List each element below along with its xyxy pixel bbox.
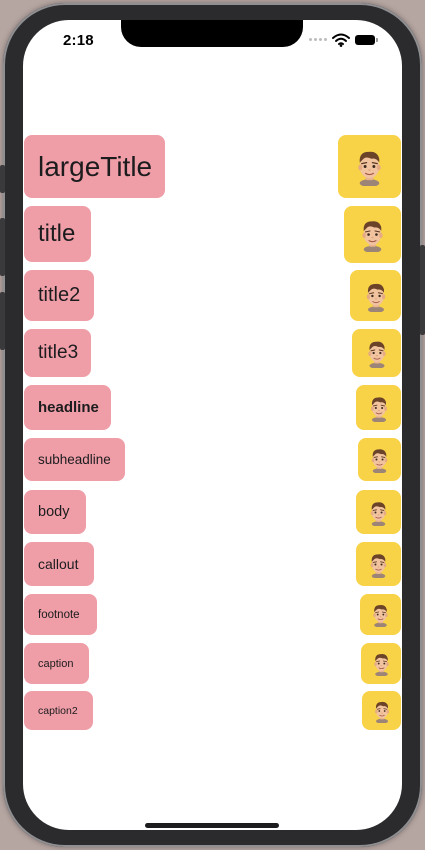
text-style-label-caption2: caption2	[24, 691, 93, 730]
wifi-icon	[332, 33, 350, 47]
text-style-label-title: title	[24, 206, 91, 262]
volume-down-button	[0, 292, 5, 350]
text-style-label-callout: callout	[24, 542, 94, 586]
screen: 2:18 largeTitle title title2 title3 head…	[23, 20, 402, 830]
signal-icon	[309, 38, 329, 42]
text-style-label-footnote: footnote	[24, 594, 97, 635]
memoji-avatar-icon	[374, 701, 389, 723]
memoji-avatar-icon	[367, 341, 386, 368]
memoji-avatar-icon	[366, 283, 385, 312]
text-style-label-title2: title2	[24, 270, 94, 321]
text-style-label-body: body	[24, 490, 86, 534]
battery-icon	[355, 35, 378, 45]
avatar-tile	[356, 385, 401, 430]
text-style-label-largetitle: largeTitle	[24, 135, 165, 198]
text-style-label-title3: title3	[24, 329, 91, 377]
avatar-tile	[344, 205, 401, 263]
memoji-avatar-icon	[373, 654, 389, 676]
avatar-tile	[358, 438, 401, 481]
status-time: 2:18	[63, 32, 94, 49]
avatar-tile	[360, 594, 401, 635]
mute-switch	[0, 165, 5, 193]
volume-up-button	[0, 218, 5, 276]
memoji-avatar-icon	[362, 220, 383, 252]
avatar-tile	[352, 329, 401, 377]
memoji-avatar-icon	[370, 501, 387, 526]
memoji-avatar-icon	[370, 553, 387, 578]
home-indicator[interactable]	[145, 823, 279, 828]
text-style-label-subheadline: subheadline	[24, 438, 125, 481]
memoji-avatar-icon	[371, 449, 388, 473]
avatar-tile	[356, 542, 401, 586]
notch	[121, 20, 303, 47]
text-style-label-headline: headline	[24, 385, 111, 430]
memoji-avatar-icon	[358, 151, 381, 186]
avatar-tile	[356, 490, 401, 534]
avatar-tile	[338, 135, 401, 198]
text-style-label-caption: caption	[24, 643, 89, 684]
avatar-tile	[350, 270, 401, 321]
avatar-tile	[361, 643, 401, 684]
memoji-avatar-icon	[373, 605, 388, 627]
power-button	[420, 245, 425, 335]
memoji-avatar-icon	[370, 396, 387, 422]
avatar-tile	[362, 691, 401, 730]
